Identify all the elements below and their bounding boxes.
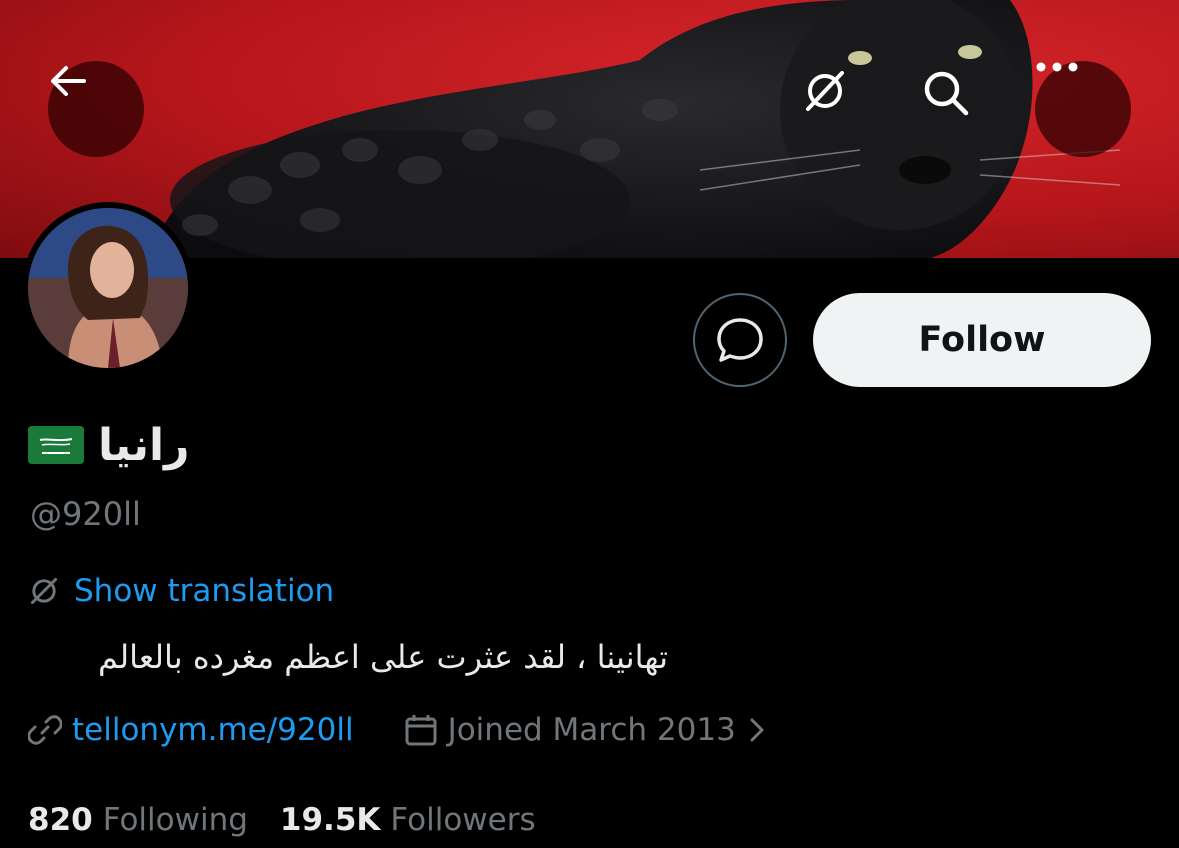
chevron-right-icon[interactable] bbox=[746, 715, 768, 745]
avatar-photo bbox=[28, 208, 188, 368]
display-name: رانيا bbox=[98, 419, 190, 471]
calendar-icon bbox=[405, 715, 437, 746]
profile-banner[interactable] bbox=[0, 0, 1179, 258]
profile-meta-row: tellonym.me/920ll Joined March 2013 bbox=[28, 712, 768, 748]
followers-stat[interactable]: 19.5K Followers bbox=[280, 802, 536, 838]
avatar[interactable] bbox=[22, 202, 194, 374]
display-name-row: رانيا bbox=[28, 410, 189, 480]
translate-small-icon bbox=[30, 577, 58, 605]
show-translation-label[interactable]: Show translation bbox=[74, 573, 334, 609]
search-button[interactable] bbox=[922, 69, 1002, 149]
follow-stats: 820 Following 19.5K Followers bbox=[28, 802, 536, 838]
message-button[interactable] bbox=[693, 293, 787, 387]
message-icon bbox=[717, 318, 763, 362]
following-count: 820 bbox=[28, 802, 93, 838]
search-icon bbox=[924, 71, 969, 116]
website-link[interactable]: tellonym.me/920ll bbox=[72, 712, 354, 748]
followers-label: Followers bbox=[390, 802, 536, 838]
joined-date: Joined March 2013 bbox=[447, 712, 736, 748]
more-icon bbox=[1036, 62, 1078, 72]
banner-panther-image bbox=[150, 0, 1121, 258]
translate-icon bbox=[806, 71, 844, 111]
follow-button[interactable]: Follow bbox=[813, 293, 1151, 387]
saudi-flag-icon bbox=[28, 426, 84, 464]
link-icon bbox=[28, 715, 62, 745]
username-handle: @920ll bbox=[30, 495, 141, 533]
following-label: Following bbox=[102, 802, 248, 838]
translate-button[interactable] bbox=[803, 69, 883, 149]
followers-count: 19.5K bbox=[279, 802, 381, 838]
profile-bio: تهانينا ، لقد عثرت على اعظم مغرده بالعال… bbox=[98, 638, 668, 676]
back-arrow-icon bbox=[51, 66, 86, 96]
back-button[interactable] bbox=[48, 61, 144, 157]
following-stat[interactable]: 820 Following bbox=[28, 802, 248, 838]
more-button[interactable] bbox=[1035, 61, 1131, 157]
show-translation-link[interactable]: Show translation bbox=[28, 573, 334, 609]
